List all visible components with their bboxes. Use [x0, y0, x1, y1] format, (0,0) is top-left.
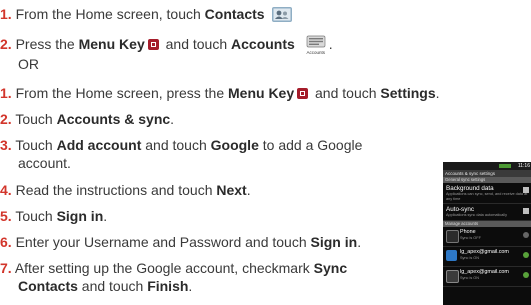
step-bold: Google: [210, 137, 259, 153]
step-bold: Settings: [380, 85, 436, 101]
step-number: 3.: [0, 137, 12, 153]
screen-title: Accounts & sync settings: [443, 170, 531, 177]
contacts-icon: [272, 7, 293, 26]
accounts-icon: Accounts: [303, 35, 329, 57]
menu-key-icon: [147, 39, 159, 50]
setting-title: Background data: [446, 185, 494, 192]
step-bold: Accounts: [231, 36, 295, 52]
step-6: 6. Enter your Username and Password and …: [0, 234, 361, 251]
account-name: Phone: [460, 228, 476, 235]
step-3: 3. Touch Add account and touch Google to…: [0, 137, 362, 154]
step-text: and touch: [311, 85, 381, 101]
setting-title: Auto-sync: [446, 206, 474, 213]
step-text: Enter your Username and Password and tou…: [15, 234, 311, 250]
sync-icon: [523, 251, 529, 258]
setting-subtitle: Applications can sync, send, and receive…: [446, 192, 528, 201]
step-7: 7. After setting up the Google account, …: [0, 260, 347, 277]
step-bold: Contacts: [18, 278, 78, 294]
step-text: .: [435, 85, 440, 101]
account-row[interactable]: lg_apex@gmail.com Sync is ON: [443, 247, 531, 267]
step-text: and touch: [161, 36, 232, 52]
account-name: lg_apex@gmail.com: [460, 268, 509, 275]
step-text: .: [357, 234, 362, 250]
auto-sync-setting[interactable]: Auto-sync Applications sync data automat…: [443, 204, 531, 221]
step-bold: Menu Key: [228, 85, 295, 101]
step-bold: Contacts: [204, 6, 265, 22]
step-bold: Finish: [147, 278, 189, 294]
google-account-icon: [446, 269, 459, 283]
menu-key-icon: [297, 88, 309, 99]
step-7-continued: Contacts and touch Finish.: [18, 278, 192, 295]
step-number: 2.: [0, 36, 12, 52]
background-data-setting[interactable]: Background data Applications can sync, s…: [443, 183, 531, 204]
step-number: 2.: [0, 111, 12, 127]
step-bold: Add account: [56, 137, 142, 153]
account-name: lg_apex@gmail.com: [460, 248, 509, 255]
step-text: to add a Google: [258, 137, 363, 153]
step-2a: 2. Press the Menu Key and touch Accounts…: [0, 35, 333, 57]
step-number: 4.: [0, 182, 12, 198]
account-row[interactable]: Phone Sync is OFF: [443, 227, 531, 247]
step-bold: Menu Key: [78, 36, 145, 52]
step-number: 7.: [0, 260, 12, 276]
sync-icon: [523, 271, 529, 278]
or-text: OR: [18, 56, 39, 72]
step-bold: Sign in: [310, 234, 358, 250]
status-bar: 11:16: [443, 162, 531, 170]
or-separator: OR: [18, 56, 39, 73]
step-number: 1.: [0, 85, 12, 101]
step-bold: Next: [216, 182, 247, 198]
step-text: and touch: [77, 278, 148, 294]
step-bold: Accounts & sync: [56, 111, 171, 127]
step-text: From the Home screen, touch: [15, 6, 205, 22]
step-3-continued: account.: [18, 155, 71, 172]
step-text: Touch: [15, 208, 57, 224]
step-text: Touch: [15, 137, 57, 153]
phone-account-icon: [446, 229, 459, 243]
step-4: 4. Read the instructions and touch Next.: [0, 182, 251, 199]
step-text: .: [103, 208, 108, 224]
step-text: Press the: [15, 36, 79, 52]
signal-icon: [499, 164, 511, 168]
account-status: Sync is ON: [460, 275, 479, 280]
step-text: .: [188, 278, 193, 294]
step-text: Touch: [15, 111, 57, 127]
step-2b: 2. Touch Accounts & sync.: [0, 111, 174, 128]
step-text: Read the instructions and touch: [15, 182, 217, 198]
step-text: .: [170, 111, 175, 127]
step-5: 5. Touch Sign in.: [0, 208, 107, 225]
checkbox-icon[interactable]: [523, 187, 529, 193]
step-1a: 1. From the Home screen, touch Contacts: [0, 6, 293, 26]
account-status: Sync is ON: [460, 255, 479, 260]
checkbox-icon[interactable]: [523, 208, 529, 214]
account-row[interactable]: lg_apex@gmail.com Sync is ON: [443, 267, 531, 287]
setting-subtitle: Applications sync data automatically: [446, 213, 507, 217]
contacts-account-icon: [446, 249, 457, 261]
step-text: .: [328, 36, 333, 52]
step-text: After setting up the Google account, che…: [14, 260, 314, 276]
accounts-icon-caption: Accounts: [306, 50, 325, 55]
step-1b: 1. From the Home screen, press the Menu …: [0, 85, 440, 102]
step-number: 6.: [0, 234, 12, 250]
step-bold: Sync: [313, 260, 348, 276]
account-status: Sync is OFF: [460, 235, 481, 240]
step-text: and touch: [141, 137, 211, 153]
step-number: 5.: [0, 208, 12, 224]
step-text: From the Home screen, press the: [15, 85, 228, 101]
step-bold: Sign in: [56, 208, 104, 224]
sync-icon: [523, 231, 529, 238]
step-text: .: [246, 182, 251, 198]
phone-screenshot: 11:16 Accounts & sync settings General s…: [443, 162, 531, 305]
step-text: account.: [18, 155, 71, 171]
step-number: 1.: [0, 6, 12, 22]
status-clock: 11:16: [517, 163, 530, 169]
